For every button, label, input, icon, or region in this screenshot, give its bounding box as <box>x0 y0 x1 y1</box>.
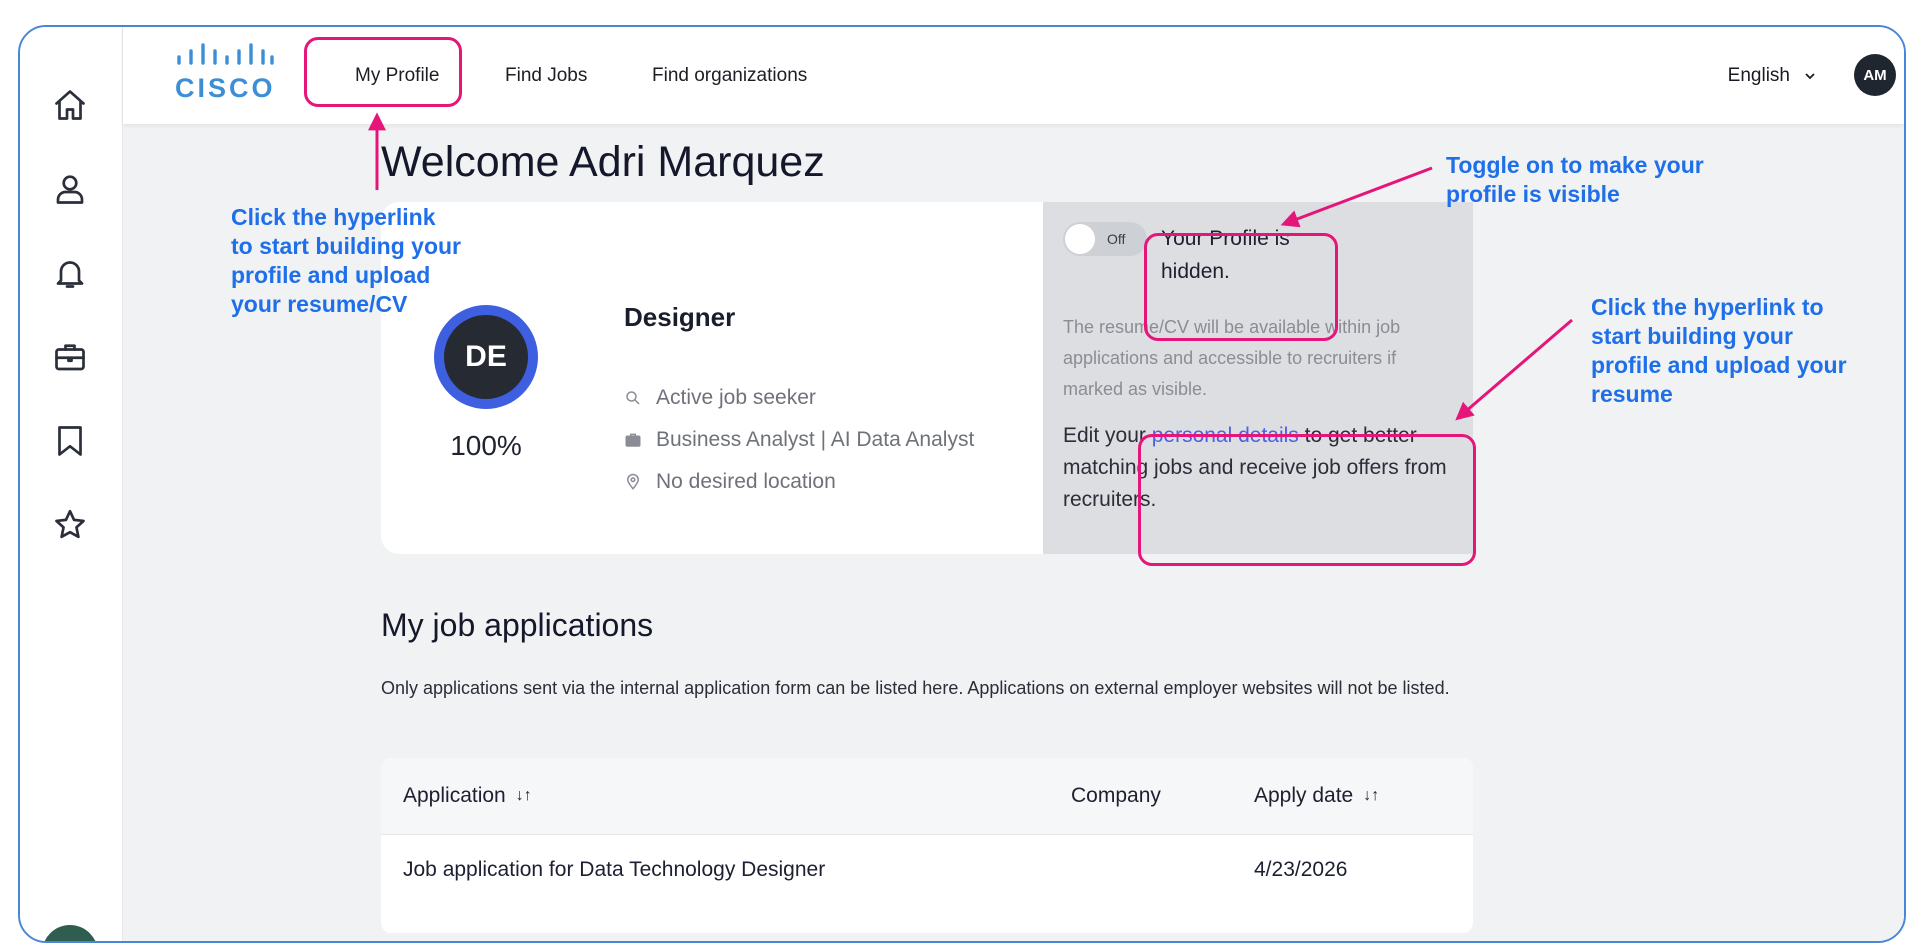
annotation-left: Click the hyperlink to start building yo… <box>231 204 461 317</box>
annotation-toggle: Toggle on to make your profile is visibl… <box>1446 152 1704 207</box>
profile-card: DE 100% Designer Active job seeker Busin… <box>381 202 1043 554</box>
applications-title: My job applications <box>381 607 654 643</box>
column-application[interactable]: Application ↓↑ <box>403 758 532 834</box>
status-text: Active job seeker <box>656 386 816 409</box>
sidebar-avatar[interactable] <box>42 925 98 941</box>
visibility-description: The resume/CV will be available within j… <box>1063 317 1401 399</box>
column-company: Company <box>1071 758 1161 834</box>
column-application-label: Application <box>403 784 506 807</box>
cisco-logo-bars-icon <box>177 43 274 65</box>
column-company-label: Company <box>1071 784 1161 807</box>
table-header: Application ↓↑ Company Apply date ↓↑ <box>381 758 1473 835</box>
location-pin-icon <box>626 473 640 490</box>
personal-details-link[interactable]: personal details <box>1152 424 1299 447</box>
chevron-down-icon <box>1805 72 1815 79</box>
page-title: Welcome Adri Marquez <box>381 138 825 186</box>
profile-initials: DE <box>444 315 528 399</box>
job-seeker-status: Active job seeker <box>624 386 816 410</box>
applications-table: Application ↓↑ Company Apply date ↓↑ Job… <box>381 758 1473 933</box>
annotation-right: Click the hyperlink to start building yo… <box>1591 294 1847 407</box>
home-icon[interactable] <box>50 85 90 125</box>
desired-location: No desired location <box>624 470 836 494</box>
profile-role: Designer <box>624 302 736 332</box>
cisco-logo[interactable]: CISCO <box>175 43 275 103</box>
search-icon <box>626 391 640 405</box>
sidebar <box>20 27 123 941</box>
visibility-status: Your Profile is hidden. <box>1161 227 1290 283</box>
profile-avatar[interactable]: DE <box>434 305 538 409</box>
desired-positions: Business Analyst | AI Data Analyst <box>624 428 974 452</box>
application-date: 4/23/2026 <box>1254 858 1348 881</box>
toggle-knob <box>1065 224 1095 254</box>
applications-note: Only applications sent via the internal … <box>381 678 1450 698</box>
visibility-panel: Off Your Profile is hidden. The resume/C… <box>1043 202 1473 554</box>
bell-icon[interactable] <box>50 253 90 293</box>
visibility-toggle[interactable]: Off <box>1063 222 1147 256</box>
user-icon[interactable] <box>50 169 90 209</box>
language-label: English <box>1727 64 1790 86</box>
star-icon[interactable] <box>50 505 90 545</box>
nav-find-organizations[interactable]: Find organizations <box>652 27 807 124</box>
language-selector[interactable]: English <box>1728 27 1816 124</box>
briefcase-icon[interactable] <box>50 337 90 377</box>
bookmark-icon[interactable] <box>50 421 90 461</box>
sort-icon[interactable]: ↓↑ <box>1363 787 1379 805</box>
profile-completion: 100% <box>450 430 522 461</box>
location-text: No desired location <box>656 470 836 493</box>
edit-prefix: Edit your <box>1063 424 1152 447</box>
logo-text: CISCO <box>175 73 276 103</box>
toggle-label: Off <box>1107 231 1126 247</box>
top-navigation-bar: CISCO My Profile Find Jobs Find organiza… <box>123 27 1904 124</box>
column-apply-date-label: Apply date <box>1254 784 1354 807</box>
application-link[interactable]: Job application for Data Technology Desi… <box>403 858 825 882</box>
sort-icon[interactable]: ↓↑ <box>516 787 532 805</box>
nav-my-profile[interactable]: My Profile <box>355 27 439 124</box>
briefcase-icon <box>625 433 641 447</box>
column-apply-date[interactable]: Apply date ↓↑ <box>1254 758 1379 834</box>
edit-details-text: Edit your personal details to get better… <box>1063 420 1463 516</box>
user-avatar[interactable]: AM <box>1854 54 1896 96</box>
positions-text: Business Analyst | AI Data Analyst <box>656 428 975 451</box>
nav-find-jobs[interactable]: Find Jobs <box>505 27 587 124</box>
